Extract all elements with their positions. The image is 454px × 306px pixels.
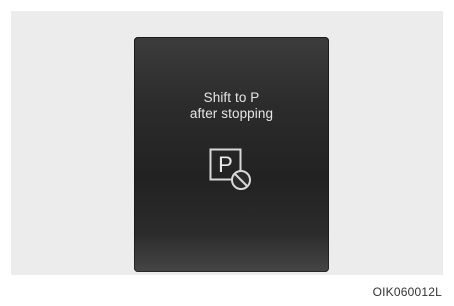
cluster-display: Shift to P after stopping P <box>134 37 329 272</box>
warning-message-line1: Shift to P <box>203 90 260 105</box>
park-letter: P <box>218 152 233 177</box>
warning-message-line2: after stopping <box>189 106 274 121</box>
figure-code: OIK060012L <box>372 285 442 299</box>
park-prohibited-icon: P <box>208 147 260 193</box>
